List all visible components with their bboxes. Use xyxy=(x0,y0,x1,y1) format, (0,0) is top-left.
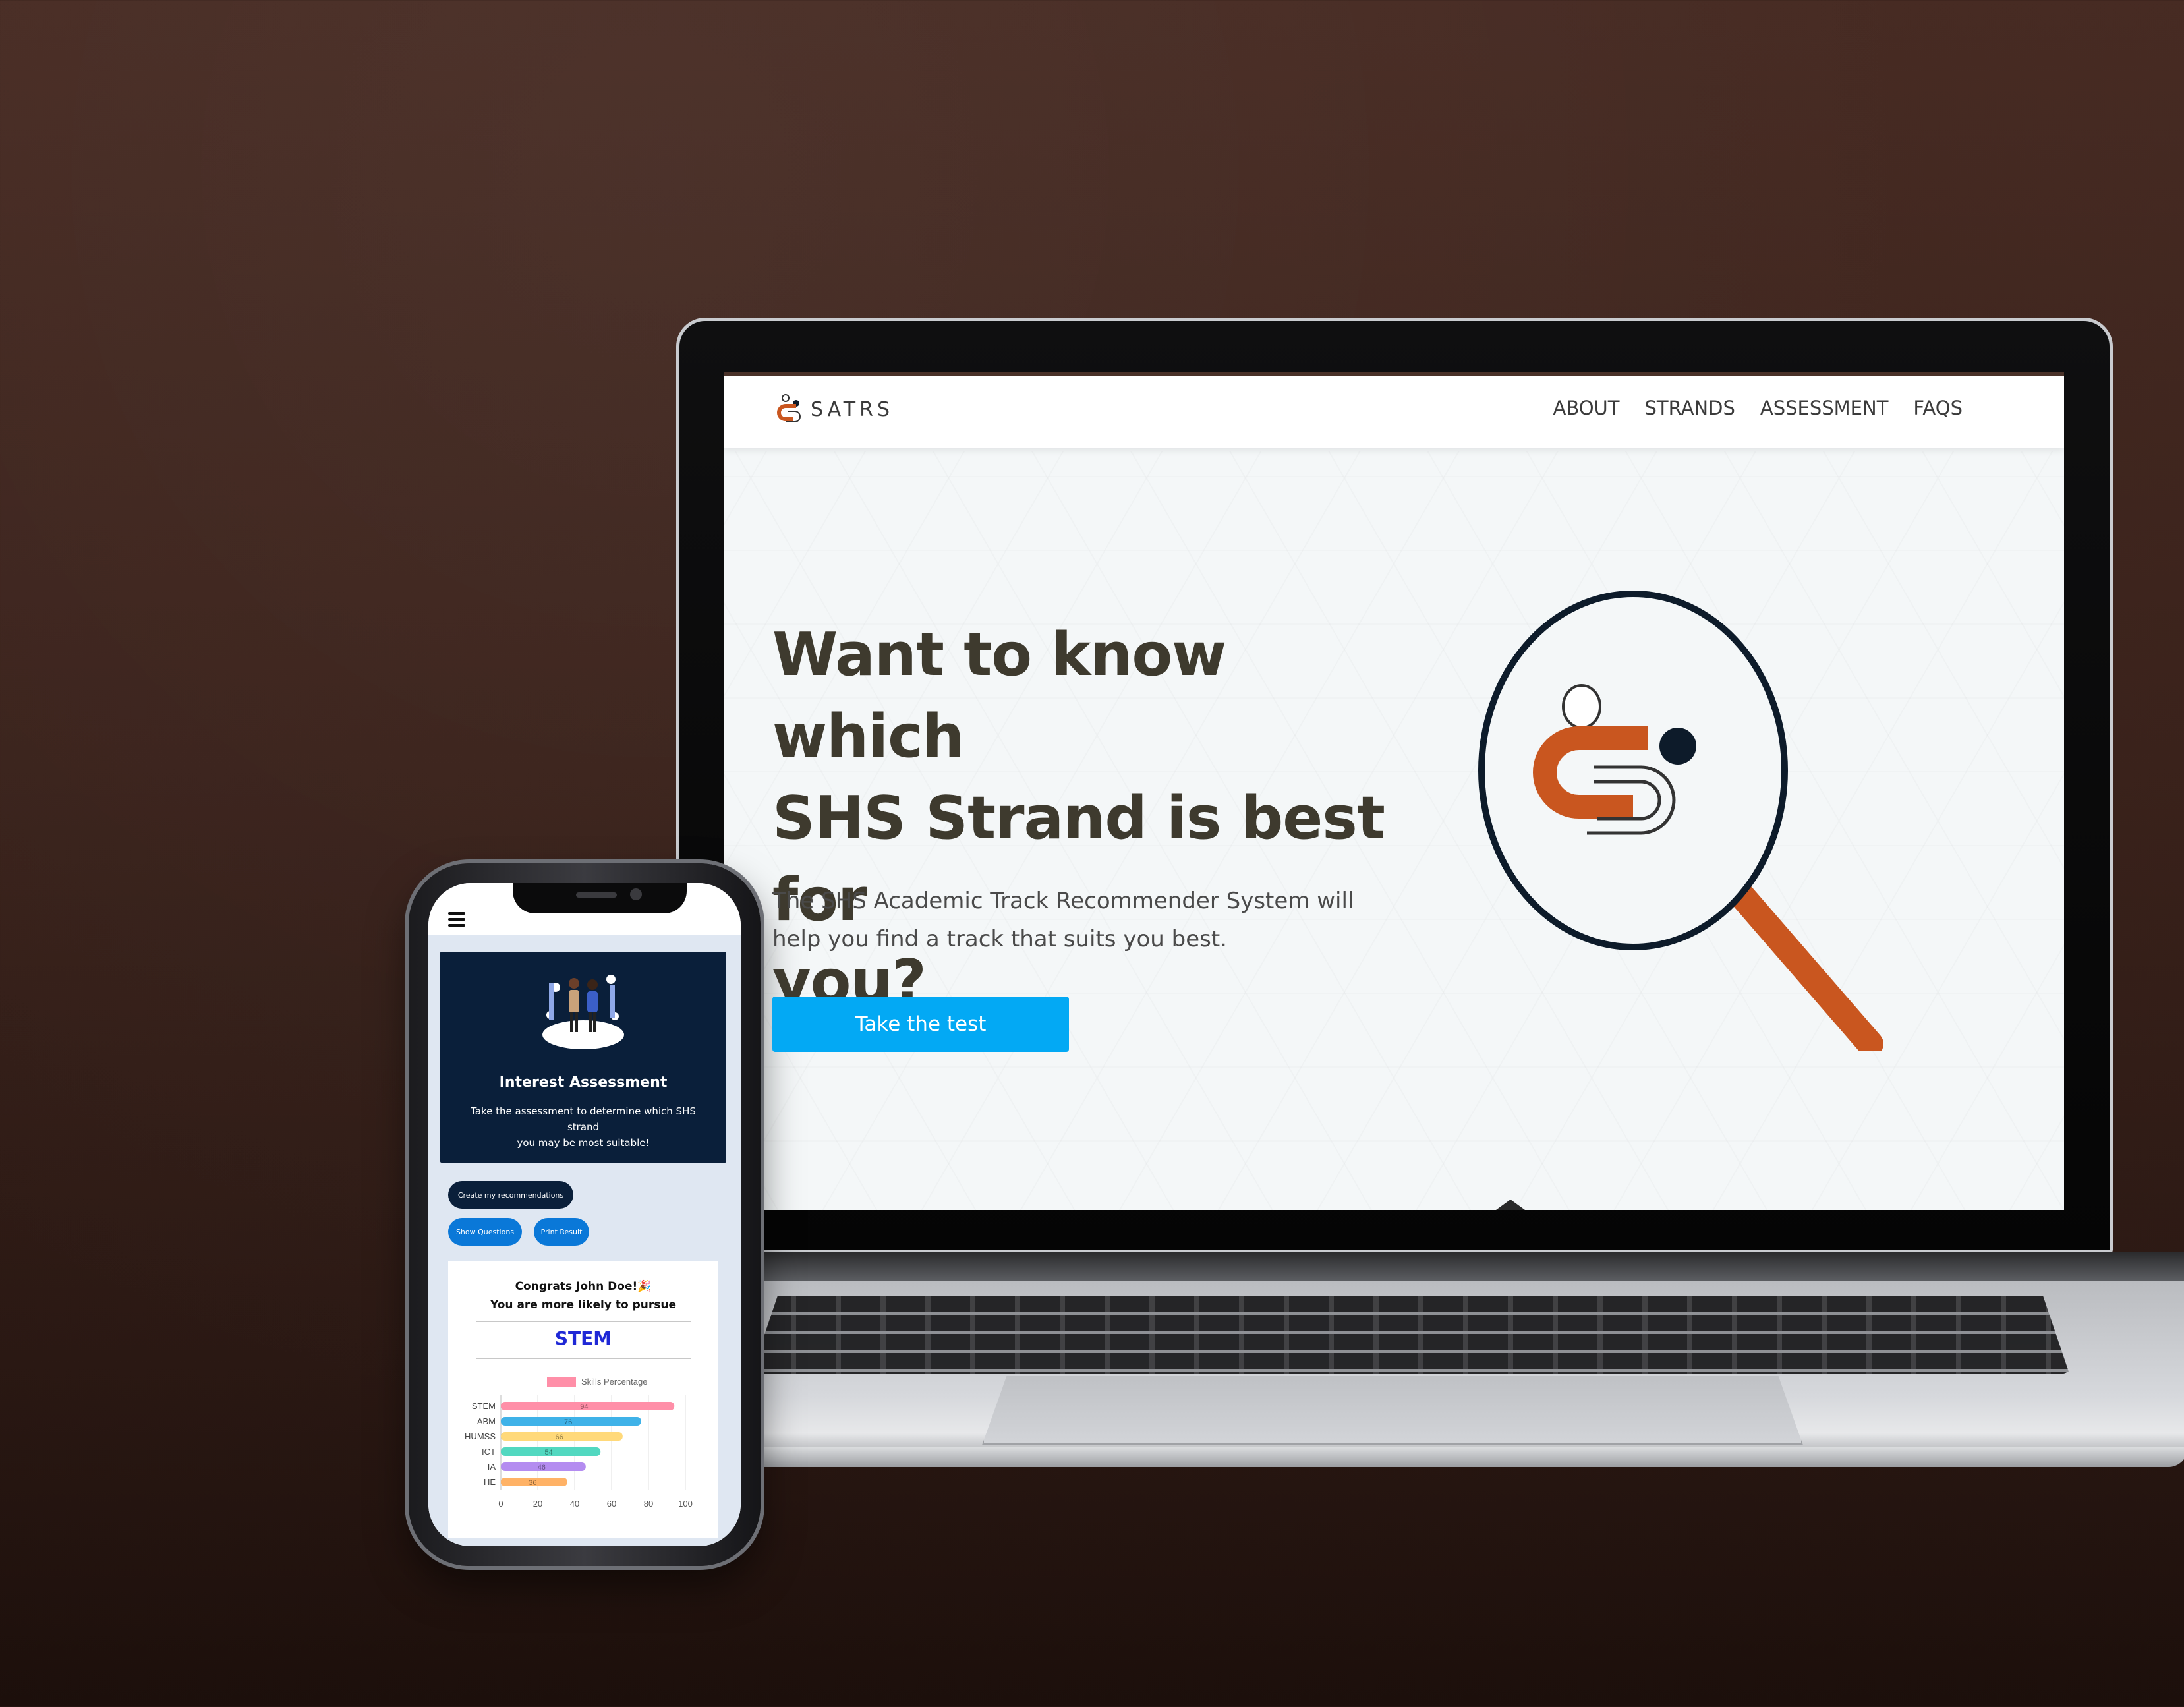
recommended-strand: STEM xyxy=(554,1327,612,1349)
category-label: HE xyxy=(484,1477,496,1487)
assessment-description-line-1: Take the assessment to determine which S… xyxy=(471,1105,696,1133)
bar-value-label: 94 xyxy=(580,1403,588,1411)
speaker-grille xyxy=(576,892,617,898)
navbar-top-border xyxy=(724,372,2064,376)
bar-value-label: 46 xyxy=(538,1464,546,1472)
phone-notch xyxy=(513,883,687,913)
satrs-logo-icon xyxy=(777,394,801,422)
phone-mockup: Interest Assessment Take the assessment … xyxy=(409,863,761,1566)
scroll-up-icon[interactable] xyxy=(1496,1200,1525,1210)
result-card: Congrats John Doe!🎉 You are more likely … xyxy=(448,1261,718,1538)
laptop-hinge xyxy=(692,1252,2184,1281)
category-label: ICT xyxy=(482,1447,496,1457)
hamburger-menu-icon[interactable] xyxy=(448,912,465,927)
hero-title: Want to know which SHS Strand is best fo… xyxy=(772,614,1431,1023)
nav-faqs[interactable]: FAQS xyxy=(1913,397,1963,419)
category-label: IA xyxy=(488,1462,496,1472)
category-label: HUMSS xyxy=(465,1432,496,1441)
create-recommendations-button[interactable]: Create my recommendations xyxy=(448,1181,573,1209)
laptop-keyboard xyxy=(751,1296,2069,1374)
x-tick-label: 20 xyxy=(533,1499,542,1509)
bar-value-label: 66 xyxy=(556,1433,563,1441)
take-test-button[interactable]: Take the test xyxy=(772,997,1069,1052)
legend-swatch xyxy=(547,1377,576,1387)
bar-value-label: 54 xyxy=(544,1449,552,1457)
divider-top xyxy=(476,1321,691,1322)
x-tick-label: 60 xyxy=(607,1499,616,1509)
bar-value-label: 76 xyxy=(564,1418,572,1426)
bar-value-label: 36 xyxy=(529,1479,536,1487)
hero-title-line-1: Want to know which xyxy=(772,620,1226,771)
laptop-base xyxy=(672,1252,2184,1467)
assessment-description: Take the assessment to determine which S… xyxy=(453,1103,713,1151)
hero-subtitle: The SHS Academic Track Recommender Syste… xyxy=(772,882,1365,958)
show-questions-button[interactable]: Show Questions xyxy=(448,1218,522,1246)
magnifier-logo-icon xyxy=(1478,591,1883,1051)
assessment-description-line-2: you may be most suitable! xyxy=(517,1137,650,1149)
nav-links: ABOUT STRANDS ASSESSMENT FAQS xyxy=(1553,397,1963,419)
front-camera xyxy=(630,888,642,900)
laptop-trackpad xyxy=(982,1376,1803,1445)
legend-label: Skills Percentage xyxy=(581,1377,647,1387)
nav-about[interactable]: ABOUT xyxy=(1553,397,1619,419)
brand-name: SATRS xyxy=(811,397,894,421)
x-tick-label: 100 xyxy=(678,1499,693,1509)
congrats-line-1: Congrats John Doe!🎉 xyxy=(515,1280,652,1293)
x-tick-label: 0 xyxy=(498,1499,503,1509)
print-result-button[interactable]: Print Result xyxy=(534,1218,589,1246)
laptop-screen: SATRS ABOUT STRANDS ASSESSMENT FAQS Want… xyxy=(724,372,2064,1210)
congrats-line-2: You are more likely to pursue xyxy=(490,1298,676,1312)
category-label: ABM xyxy=(477,1416,496,1426)
laptop-base-lip xyxy=(672,1447,2184,1467)
interest-assessment-card: Interest Assessment Take the assessment … xyxy=(440,952,726,1163)
assessment-title: Interest Assessment xyxy=(499,1074,668,1091)
brand[interactable]: SATRS xyxy=(776,391,894,427)
divider-bottom xyxy=(476,1358,691,1359)
hero-subtitle-line-1: The SHS Academic Track Recommender Syste… xyxy=(772,888,1354,914)
nav-strands[interactable]: STRANDS xyxy=(1644,397,1735,419)
x-tick-label: 80 xyxy=(644,1499,653,1509)
congrats-message: Congrats John Doe!🎉 You are more likely … xyxy=(448,1277,718,1314)
nav-assessment[interactable]: ASSESSMENT xyxy=(1760,397,1889,419)
hero-subtitle-line-2: help you find a track that suits you bes… xyxy=(772,926,1227,952)
category-label: STEM xyxy=(472,1401,496,1411)
students-illustration-icon xyxy=(542,975,624,1049)
site-navbar: SATRS ABOUT STRANDS ASSESSMENT FAQS xyxy=(724,372,2064,448)
skills-chart: Skills Percentage 0 20 40 60 80 100 STEM 94 ABM 76… xyxy=(465,1377,693,1509)
phone-content: Interest Assessment Take the assessment … xyxy=(428,935,741,1546)
x-tick-label: 40 xyxy=(570,1499,579,1509)
phone-screen: Interest Assessment Take the assessment … xyxy=(428,883,741,1546)
